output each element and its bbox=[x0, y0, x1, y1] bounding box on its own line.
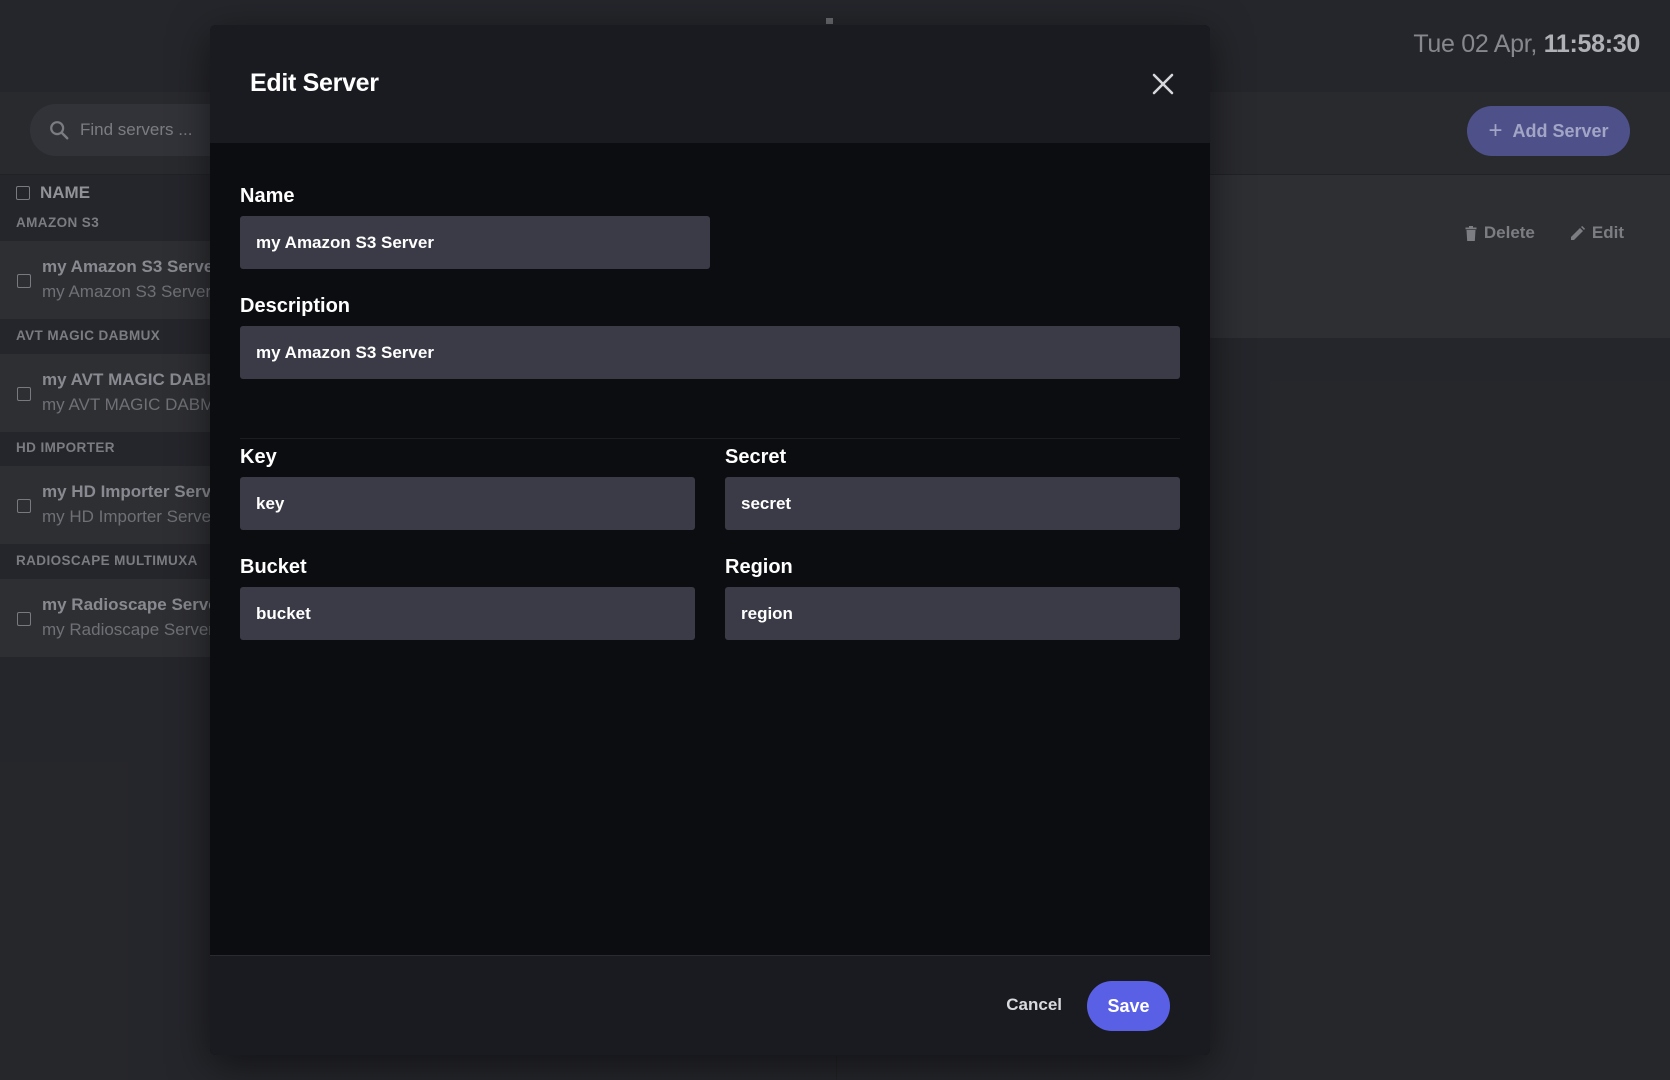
key-input[interactable] bbox=[240, 477, 695, 530]
region-input[interactable] bbox=[725, 587, 1180, 640]
name-label: Name bbox=[240, 185, 295, 207]
secret-input[interactable] bbox=[725, 477, 1180, 530]
close-icon[interactable] bbox=[1150, 71, 1176, 97]
edit-server-dialog: Edit Server Name Description Key Secret … bbox=[210, 25, 1210, 1055]
description-label: Description bbox=[240, 295, 351, 317]
key-label: Key bbox=[240, 446, 277, 468]
section-divider bbox=[240, 438, 1180, 439]
bucket-label: Bucket bbox=[240, 556, 307, 578]
bucket-input[interactable] bbox=[240, 587, 695, 640]
name-input[interactable] bbox=[240, 216, 710, 269]
region-label: Region bbox=[725, 556, 793, 578]
secret-label: Secret bbox=[725, 446, 787, 468]
dialog-body: Name Description Key Secret Bucket Regio… bbox=[210, 143, 1210, 981]
dialog-footer: Cancel Save bbox=[210, 955, 1210, 1055]
cancel-button[interactable]: Cancel bbox=[1006, 995, 1062, 1015]
dialog-header: Edit Server bbox=[210, 25, 1210, 143]
description-input[interactable] bbox=[240, 326, 1180, 379]
dialog-title: Edit Server bbox=[250, 69, 379, 97]
save-button[interactable]: Save bbox=[1087, 981, 1170, 1031]
